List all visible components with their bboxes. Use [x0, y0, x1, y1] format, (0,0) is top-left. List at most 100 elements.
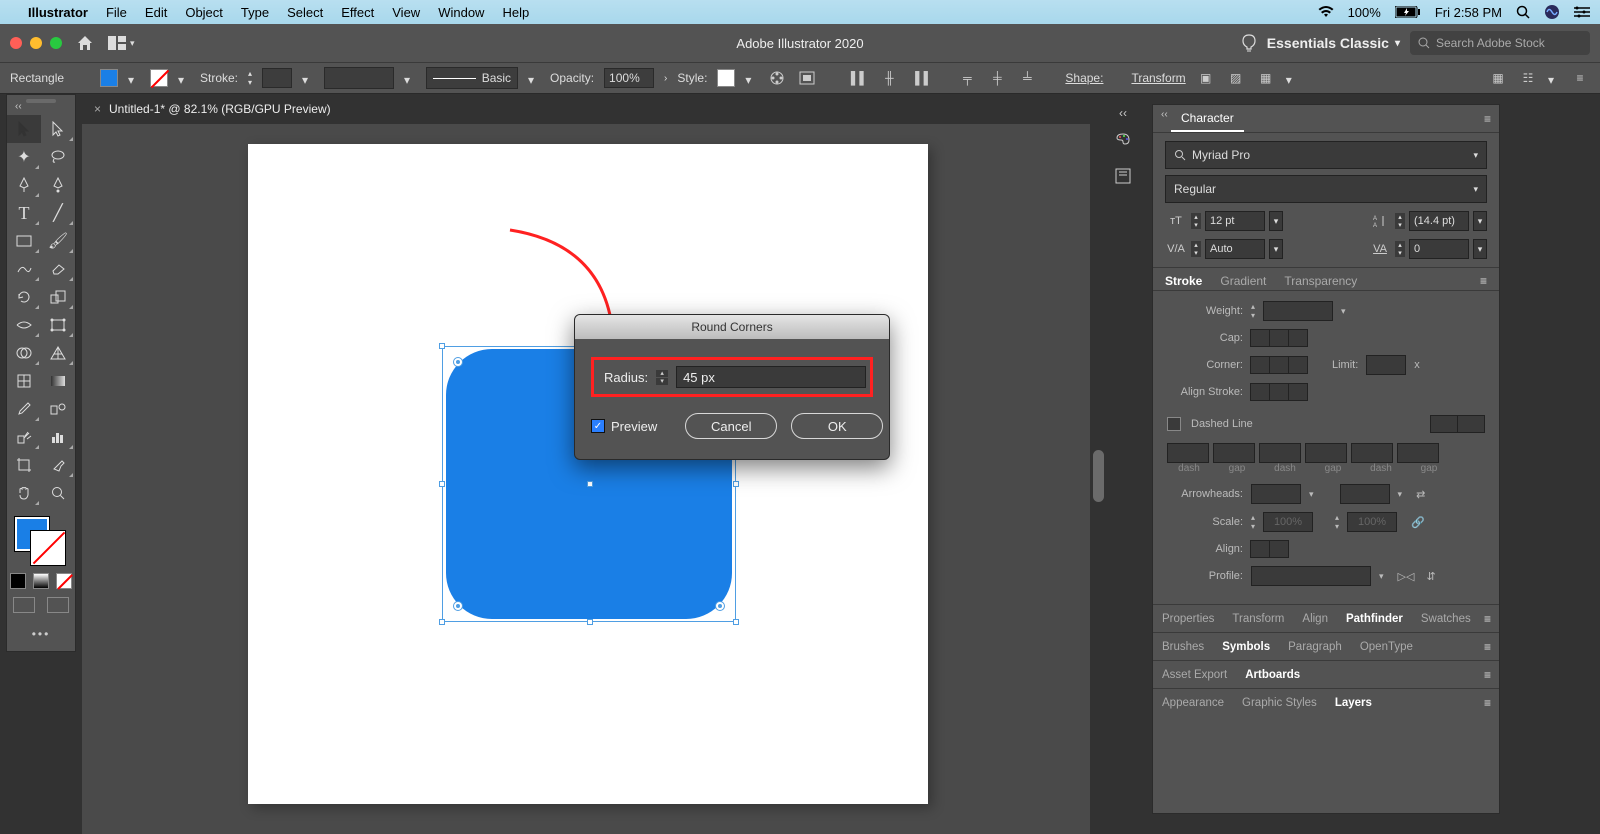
dash-align-buttons[interactable]	[1431, 415, 1485, 433]
row1-menu-icon[interactable]: ≡	[1484, 605, 1499, 632]
expand-dock-icon[interactable]: ‹‹	[1119, 106, 1127, 120]
align-to-icon[interactable]	[797, 68, 817, 88]
eyedropper-tool[interactable]	[7, 395, 41, 423]
brush-definition[interactable]: Basic	[426, 67, 518, 89]
magic-wand-tool[interactable]: ✦	[7, 143, 41, 171]
transform-tab[interactable]: Transform	[1223, 605, 1293, 632]
curvature-tool[interactable]	[41, 171, 75, 199]
zoom-tool[interactable]	[41, 479, 75, 507]
font-size-field[interactable]: тT▴▾12 pt▾	[1165, 211, 1283, 231]
dashed-line-checkbox[interactable]	[1167, 417, 1181, 431]
rotate-tool[interactable]	[7, 283, 41, 311]
graphic-styles-tab[interactable]: Graphic Styles	[1233, 689, 1326, 716]
menu-help[interactable]: Help	[502, 5, 529, 20]
fill-swatch[interactable]	[100, 69, 118, 87]
preview-checkbox[interactable]: ✓Preview	[591, 419, 657, 434]
align-bottom-icon[interactable]: ╧	[1017, 68, 1037, 88]
free-transform-tool[interactable]	[41, 311, 75, 339]
perspective-tool[interactable]	[41, 339, 75, 367]
lasso-tool[interactable]	[41, 143, 75, 171]
align-left-icon[interactable]: ▌▌	[849, 68, 869, 88]
isolate-icon-2[interactable]: ▨	[1226, 68, 1246, 88]
row2-menu-icon[interactable]: ≡	[1484, 633, 1499, 660]
color-panel-icon[interactable]	[1111, 128, 1135, 152]
isolate-icon-3[interactable]: ▦	[1256, 68, 1276, 88]
column-graph-tool[interactable]	[41, 423, 75, 451]
symbol-sprayer-tool[interactable]	[7, 423, 41, 451]
scale-tool[interactable]	[41, 283, 75, 311]
canvas[interactable]	[82, 124, 1090, 834]
menu-file[interactable]: File	[106, 5, 127, 20]
line-tool[interactable]: ╱	[41, 199, 75, 227]
paragraph-tab[interactable]: Paragraph	[1279, 633, 1351, 660]
panel-grip[interactable]	[26, 99, 56, 103]
gradient-tab[interactable]: Gradient	[1220, 274, 1266, 288]
arrange-documents[interactable]: ▾	[108, 36, 135, 50]
isolate-icon[interactable]: ▣	[1196, 68, 1216, 88]
direct-selection-tool[interactable]	[41, 115, 75, 143]
profile-select[interactable]	[1251, 566, 1371, 586]
wifi-icon[interactable]	[1318, 6, 1334, 18]
width-tool[interactable]	[7, 311, 41, 339]
window-close[interactable]	[10, 37, 22, 49]
vsp-profile[interactable]	[324, 67, 394, 89]
pathfinder-tab[interactable]: Pathfinder	[1337, 605, 1412, 632]
align-vcenter-icon[interactable]: ╪	[987, 68, 1007, 88]
paintbrush-tool[interactable]: 🖌	[41, 227, 75, 255]
align-tab[interactable]: Align	[1293, 605, 1337, 632]
window-maximize[interactable]	[50, 37, 62, 49]
menu-edit[interactable]: Edit	[145, 5, 167, 20]
rectangle-tool[interactable]	[7, 227, 41, 255]
dash-gap-inputs[interactable]	[1167, 443, 1485, 463]
arrowhead-start[interactable]	[1251, 484, 1301, 504]
color-mode-none[interactable]	[56, 573, 72, 589]
panel-menu-icon[interactable]: ≡	[1570, 68, 1590, 88]
menu-window[interactable]: Window	[438, 5, 484, 20]
color-mode-solid[interactable]	[10, 573, 26, 589]
character-tab[interactable]: Character	[1171, 105, 1244, 132]
screen-mode-normal[interactable]	[13, 597, 35, 613]
character-panel-menu-icon[interactable]: ≡	[1484, 112, 1491, 126]
kerning-field[interactable]: V/A▴▾Auto▾	[1165, 239, 1283, 259]
menu-select[interactable]: Select	[287, 5, 323, 20]
align-stroke-buttons[interactable]	[1251, 383, 1308, 401]
shaper-tool[interactable]	[7, 255, 41, 283]
arrow-align-buttons[interactable]	[1251, 540, 1289, 558]
home-button[interactable]	[76, 35, 94, 51]
menu-view[interactable]: View	[392, 5, 420, 20]
transparency-tab[interactable]: Transparency	[1284, 274, 1357, 288]
dialog-titlebar[interactable]: Round Corners	[575, 315, 889, 339]
align-top-icon[interactable]: ╤	[957, 68, 977, 88]
arrow-scale-end[interactable]: 100%	[1347, 512, 1397, 532]
collapse-tools-icon[interactable]: ‹‹	[15, 101, 22, 112]
fill-stroke-proxy[interactable]	[7, 513, 75, 569]
opentype-tab[interactable]: OpenType	[1351, 633, 1422, 660]
layers-tab[interactable]: Layers	[1326, 689, 1381, 716]
tracking-field[interactable]: VA▴▾0▾	[1369, 239, 1487, 259]
radius-stepper[interactable]: ▴▾	[656, 370, 668, 385]
canvas-scrollbar-thumb[interactable]	[1093, 450, 1104, 502]
stroke-weight-input[interactable]	[262, 68, 292, 88]
opacity-input[interactable]: 100%	[604, 68, 654, 88]
symbols-tab[interactable]: Symbols	[1213, 633, 1279, 660]
cancel-button[interactable]: Cancel	[685, 413, 777, 439]
stroke-weight-field[interactable]	[1263, 301, 1333, 321]
collapse-panels-icon[interactable]: ‹‹	[1161, 109, 1168, 120]
corner-buttons[interactable]	[1251, 356, 1308, 374]
ok-button[interactable]: OK	[791, 413, 883, 439]
edit-toolbar[interactable]: •••	[7, 627, 75, 641]
gradient-tool[interactable]	[41, 367, 75, 395]
swatches-tab[interactable]: Swatches	[1412, 605, 1480, 632]
color-mode-gradient[interactable]	[33, 573, 49, 589]
stroke-swatch[interactable]	[150, 69, 168, 87]
properties-tab[interactable]: Properties	[1153, 605, 1223, 632]
pen-tool[interactable]	[7, 171, 41, 199]
grid-icon[interactable]: ▦	[1488, 68, 1508, 88]
stroke-panel-menu-icon[interactable]: ≡	[1480, 274, 1487, 288]
font-style-select[interactable]: Regular▾	[1165, 175, 1487, 203]
spotlight-icon[interactable]	[1516, 5, 1530, 19]
app-menu[interactable]: Illustrator	[28, 5, 88, 20]
clock[interactable]: Fri 2:58 PM	[1435, 5, 1502, 20]
radius-input[interactable]	[676, 366, 866, 388]
snap-icon[interactable]: ☷	[1518, 68, 1538, 88]
